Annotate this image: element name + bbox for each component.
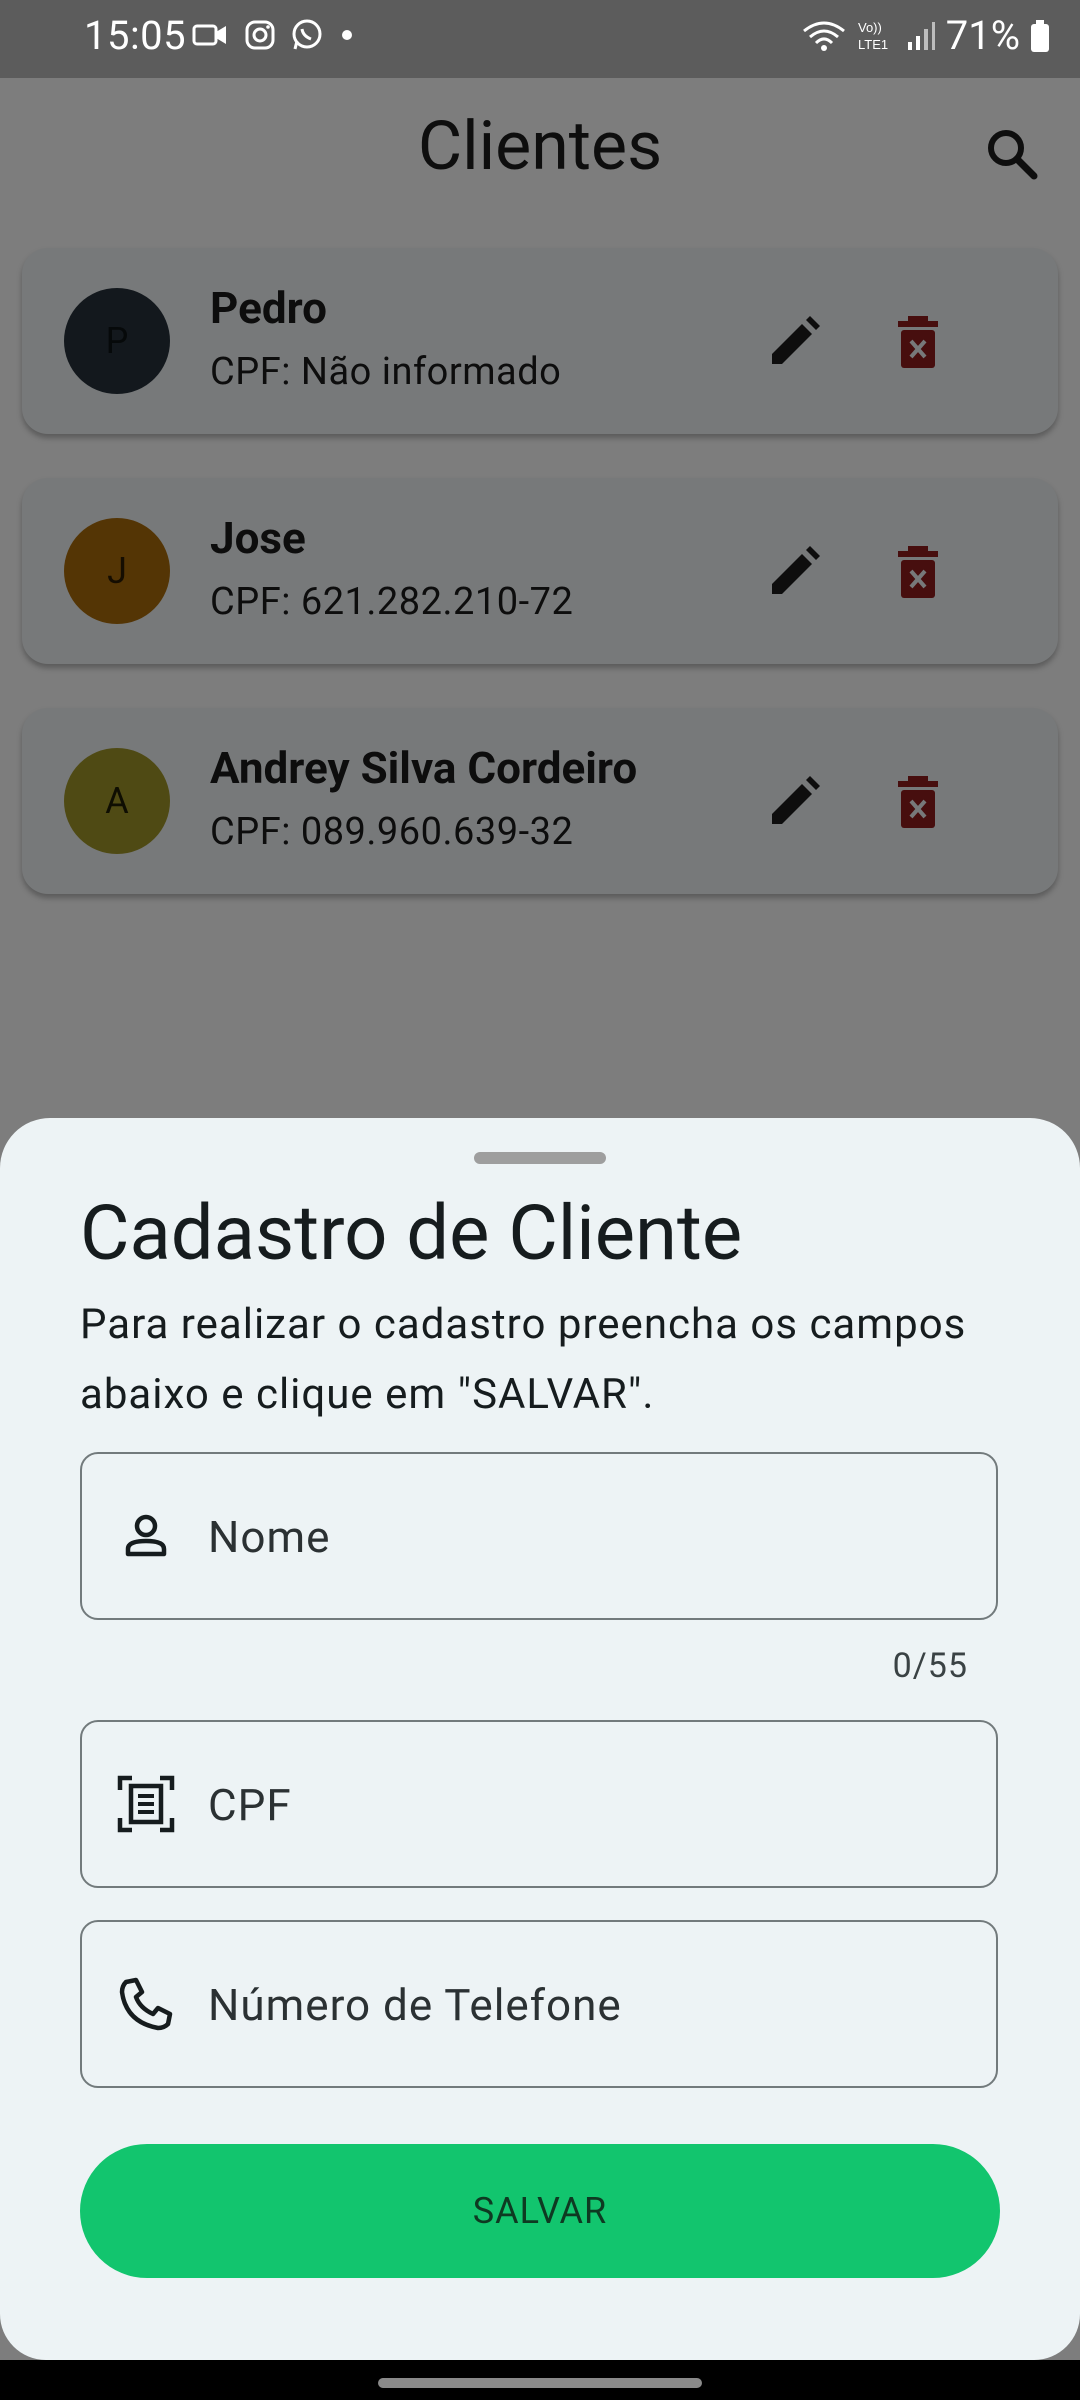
wifi-icon <box>802 19 846 53</box>
video-icon <box>192 20 230 50</box>
navigation-bar <box>0 2360 1080 2400</box>
status-time: 15:05 <box>84 12 187 59</box>
home-gesture-handle[interactable] <box>378 2378 702 2388</box>
sheet-description: Para realizar o cadastro preencha os cam… <box>80 1300 967 1419</box>
phone-input[interactable] <box>206 1922 970 2088</box>
sheet-title: Cadastro de Cliente <box>80 1188 743 1278</box>
person-icon <box>116 1506 176 1566</box>
svg-text:LTE1: LTE1 <box>858 37 888 52</box>
signal-icon <box>906 20 936 52</box>
cpf-field[interactable] <box>80 1720 998 1888</box>
phone-field[interactable] <box>80 1920 998 2088</box>
dot-icon <box>338 26 356 44</box>
status-system-icons: Vo)) LTE1 71% <box>802 12 1050 59</box>
phone-icon <box>116 1974 176 2034</box>
status-bar: 15:05 Vo)) LTE1 71% <box>0 0 1080 78</box>
name-field[interactable] <box>80 1452 998 1620</box>
cpf-input[interactable] <box>206 1722 970 1888</box>
volte-icon: Vo)) LTE1 <box>856 19 896 53</box>
drag-handle[interactable] <box>474 1152 606 1164</box>
name-input[interactable] <box>206 1454 970 1620</box>
instagram-icon <box>244 19 276 51</box>
save-button[interactable]: SALVAR <box>80 2144 1000 2278</box>
svg-text:Vo)): Vo)) <box>858 20 882 35</box>
status-notification-icons <box>192 18 356 52</box>
battery-percent: 71% <box>945 12 1020 59</box>
app-screen: 15:05 Vo)) LTE1 71% Cadastro de Cliente … <box>0 0 1080 2360</box>
document-scan-icon <box>116 1774 176 1834</box>
whatsapp-icon <box>290 18 324 52</box>
name-char-counter: 0/55 <box>892 1646 968 1686</box>
battery-icon <box>1030 19 1050 53</box>
register-client-sheet: Cadastro de Cliente Para realizar o cada… <box>0 1118 1080 2360</box>
